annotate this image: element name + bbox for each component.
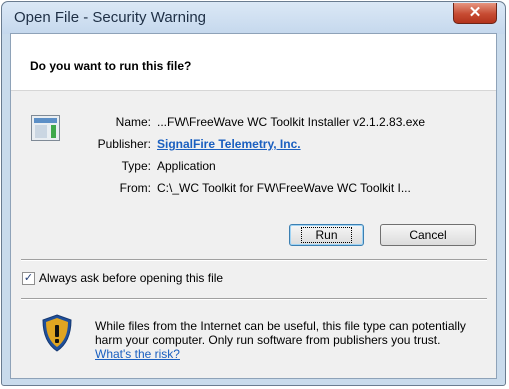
application-icon: [31, 115, 60, 141]
dialog-header: Do you want to run this file?: [11, 34, 496, 91]
window-title: Open File - Security Warning: [14, 9, 207, 26]
close-icon: ✕: [468, 4, 482, 21]
always-ask-checkbox[interactable]: ✓: [22, 272, 35, 285]
warning-text: While files from the Internet can be use…: [95, 319, 466, 347]
dialog-body: Do you want to run this file? Name: ...F…: [10, 33, 497, 379]
type-label: Type:: [121, 159, 151, 173]
question-heading: Do you want to run this file?: [30, 59, 192, 73]
run-button-label: Run: [301, 227, 352, 243]
type-value: Application: [157, 159, 216, 173]
close-button[interactable]: ✕: [453, 3, 497, 24]
checkbox-check-icon: ✓: [23, 272, 34, 284]
publisher-label: Publisher:: [97, 137, 151, 151]
cancel-button[interactable]: Cancel: [380, 224, 476, 246]
always-ask-label[interactable]: Always ask before opening this file: [39, 271, 223, 285]
from-label: From:: [119, 181, 151, 195]
run-button[interactable]: Run: [289, 224, 364, 246]
publisher-link[interactable]: SignalFire Telemetry, Inc.: [157, 137, 301, 151]
title-bar[interactable]: Open File - Security Warning ✕: [2, 2, 505, 34]
warning-text-block: While files from the Internet can be use…: [95, 319, 475, 361]
security-warning-dialog: Open File - Security Warning ✕ Do you wa…: [1, 1, 506, 386]
from-value: C:\_WC Toolkit for FW\FreeWave WC Toolki…: [157, 181, 411, 195]
security-shield-icon: [42, 314, 72, 352]
name-value: ...FW\FreeWave WC Toolkit Installer v2.1…: [157, 115, 426, 129]
whats-the-risk-link[interactable]: What's the risk?: [95, 347, 180, 361]
name-label: Name:: [115, 115, 151, 129]
